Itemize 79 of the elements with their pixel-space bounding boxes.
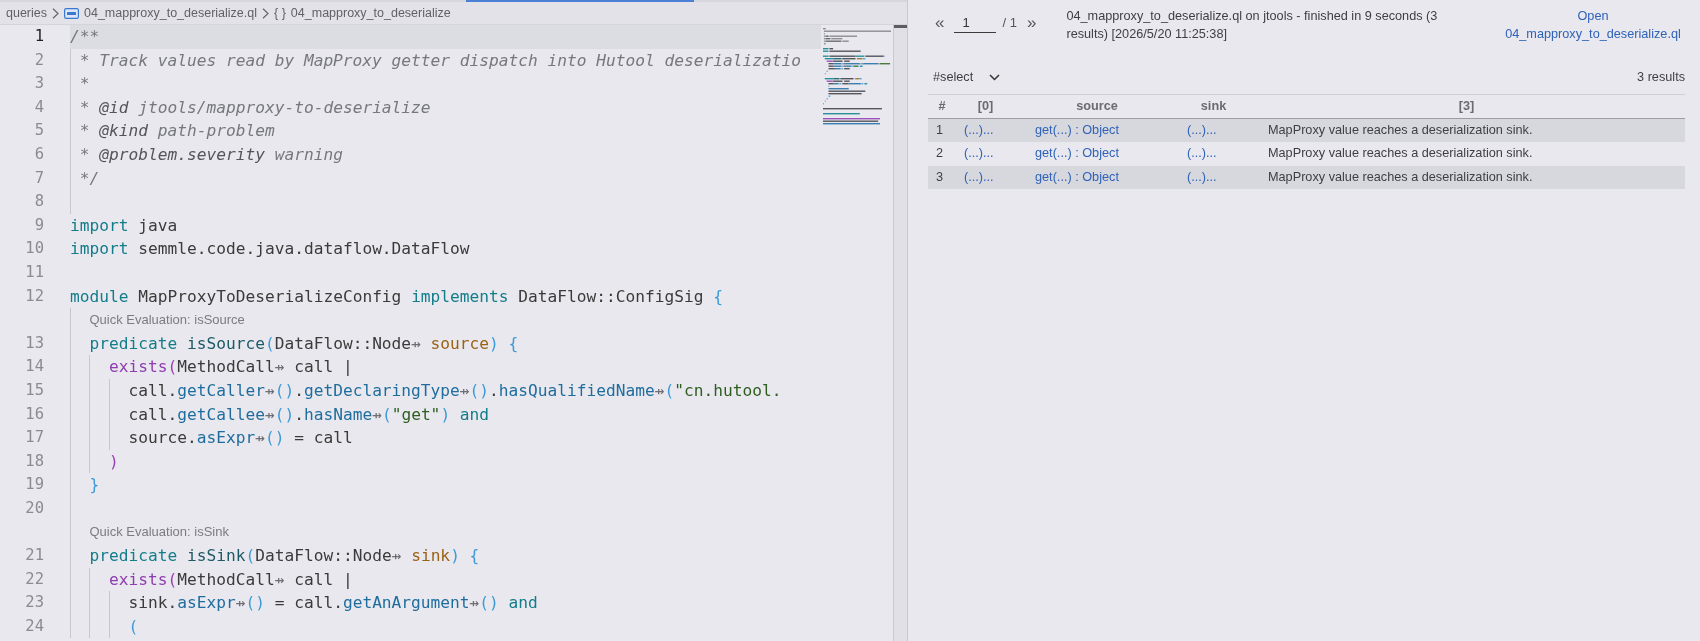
line-number: 5 [33, 120, 44, 142]
code-line: /** [70, 26, 100, 48]
code-line: call.getCaller⇸().getDeclaringType⇸().hasQualifiedName⇸("cn.hutool. [128, 379, 782, 402]
code-line: * @kind path-problem [79, 120, 275, 143]
line-number: 10 [24, 238, 44, 260]
row-number: 1 [936, 122, 944, 137]
code-line: import java [70, 214, 178, 237]
column-header[interactable]: [0] [956, 94, 1027, 119]
code-line: * [79, 73, 90, 96]
code-line: call.getCallee⇸().hasName⇸("get") and [128, 403, 490, 426]
line-number: 12 [24, 285, 44, 307]
code-line: } [89, 474, 100, 497]
breadcrumb-item[interactable]: queries [6, 3, 47, 23]
line-number: 8 [33, 191, 44, 213]
quick-evaluation-link[interactable]: Quick Evaluation: isSource [89, 308, 245, 332]
line-number: 16 [24, 403, 44, 425]
quick-evaluation-link[interactable]: Quick Evaluation: isSink [89, 520, 229, 545]
result-link[interactable]: (...)... [1187, 146, 1217, 161]
line-number: 21 [24, 545, 44, 567]
line-number: 19 [24, 474, 44, 496]
breadcrumb-item[interactable]: 04_mapproxy_to_deserialize.ql [84, 3, 258, 23]
result-message: MapProxy value reaches a deserialization sink. [1268, 169, 1533, 184]
code-line: ) [108, 450, 119, 473]
row-number: 2 [936, 146, 944, 161]
result-message: MapProxy value reaches a deserialization sink. [1268, 146, 1533, 161]
line-number: 9 [33, 214, 44, 236]
code-line: module MapProxyToDeserializeConfig implements DataFlow::ConfigSig { [70, 285, 723, 308]
column-header[interactable]: [3] [1260, 94, 1685, 119]
code-line: exists(MethodCall⇸ call | [108, 356, 353, 379]
line-number: 2 [33, 49, 44, 71]
result-set-dropdown[interactable]: #select [928, 68, 1001, 88]
chevron-down-icon [989, 74, 1001, 82]
row-number: 3 [936, 169, 944, 184]
code-line: import semmle.code.java.dataflow.DataFlow [70, 238, 470, 261]
page-total: / 1 [1002, 14, 1017, 33]
code-line: * @id jtools/mapproxy-to-deserialize [79, 96, 431, 119]
page-input[interactable]: 1 [954, 13, 997, 33]
code-line: source.asExpr⇸() = call [128, 427, 353, 450]
code-line: sink.asExpr⇸() = call.getAnArgument⇸() and [128, 592, 538, 615]
line-number: 18 [24, 450, 44, 472]
result-count: 3 results [1637, 69, 1685, 87]
line-number: 4 [33, 96, 44, 118]
line-number: 11 [24, 261, 44, 283]
line-number: 22 [24, 568, 44, 590]
result-link[interactable]: get(...) : Object [1035, 146, 1119, 161]
line-number: 24 [24, 615, 44, 637]
code-line: predicate isSource(DataFlow::Node⇸ source) { [89, 332, 519, 355]
line-number: 6 [33, 143, 44, 165]
scrollbar[interactable] [893, 25, 907, 641]
chevron-right-icon [52, 7, 59, 19]
line-number: 1 [33, 26, 44, 47]
line-number: 3 [33, 73, 44, 95]
cursor-position-marker [894, 25, 907, 28]
code-line: */ [79, 167, 100, 190]
code-line: * @problem.severity warning [79, 143, 343, 166]
result-link[interactable]: (...)... [964, 146, 994, 161]
column-header[interactable]: source [1027, 94, 1179, 119]
code-line: ( [128, 615, 139, 638]
column-header[interactable]: # [928, 94, 956, 119]
code-line: exists(MethodCall⇸ call | [108, 568, 353, 591]
line-number: 14 [24, 356, 44, 378]
chevron-right-icon [262, 7, 270, 19]
line-number: 7 [33, 167, 44, 189]
code-line: predicate isSink(DataFlow::Node⇸ sink) { [89, 545, 480, 568]
line-number: 13 [24, 332, 44, 354]
next-page-button[interactable]: » [1022, 14, 1041, 32]
line-number: 23 [24, 592, 44, 614]
code-line: * Track values read by MapProxy getter dispatch into Hutool deserializatio [79, 49, 801, 72]
query-run-title: 04_mapproxy_to_deserialize.ql on jtools - finished in 9 seconds (3 results) [2026/5/20 11:25:38] [1066, 8, 1439, 43]
column-header[interactable]: sink [1179, 94, 1260, 119]
open-query-link[interactable]: Open 04_mapproxy_to_deserialize.ql [1501, 7, 1685, 43]
result-message: MapProxy value reaches a deserialization sink. [1268, 122, 1533, 137]
previous-page-button[interactable]: « [931, 14, 949, 32]
breadcrumb-item[interactable]: 04_mapproxy_to_deserialize [290, 3, 451, 23]
file-icon [64, 7, 79, 19]
braces-icon: { } [274, 3, 286, 23]
line-number: 15 [24, 379, 44, 401]
line-number: 17 [24, 427, 44, 449]
line-number: 20 [24, 497, 44, 519]
